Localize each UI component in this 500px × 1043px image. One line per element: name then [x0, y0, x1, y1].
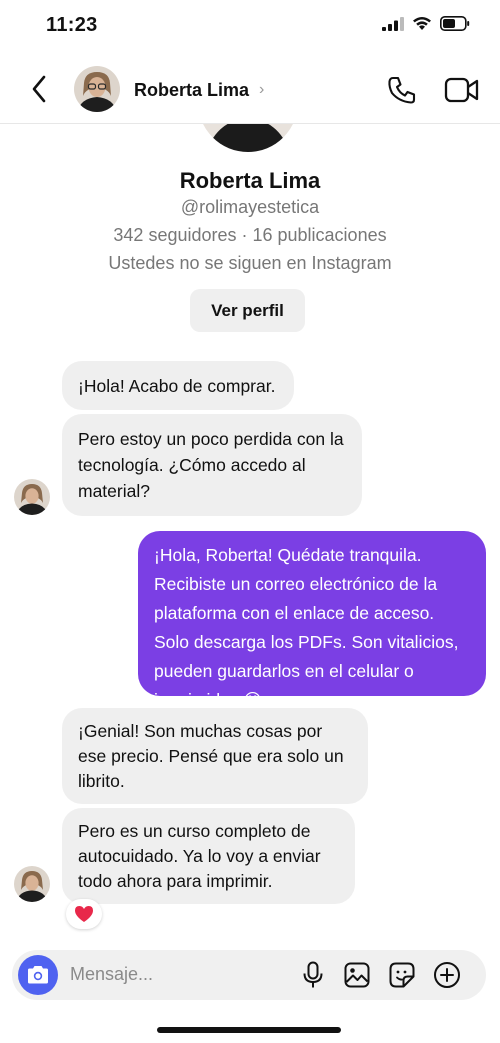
battery-icon — [440, 16, 470, 31]
chat-header: Roberta Lima › — [0, 52, 500, 124]
voice-call-button[interactable] — [386, 74, 418, 106]
more-options-button[interactable] — [432, 960, 462, 990]
header-contact-name[interactable]: Roberta Lima — [134, 80, 249, 101]
message-bubble[interactable]: ¡Genial! Son muchas cosas por ese precio… — [62, 708, 368, 804]
message-bubble[interactable]: ¡Hola! Acabo de comprar. — [62, 361, 294, 410]
back-icon — [32, 75, 46, 103]
message-text: Pero estoy un poco perdida con la tecnol… — [78, 429, 344, 501]
message-text: Pero es un curso completo de autocuidado… — [78, 821, 321, 891]
plus-icon — [434, 962, 460, 988]
gallery-button[interactable] — [342, 960, 372, 990]
video-icon — [444, 77, 479, 103]
view-profile-button[interactable]: Ver perfil — [190, 289, 305, 332]
message-composer[interactable]: Mensaje... — [12, 950, 486, 1000]
signal-icon — [382, 16, 404, 31]
message-avatar[interactable] — [14, 866, 50, 902]
sticker-icon — [389, 962, 415, 988]
message-reaction[interactable] — [66, 899, 102, 929]
message-avatar[interactable] — [14, 479, 50, 515]
message-input[interactable]: Mensaje... — [70, 964, 153, 985]
voice-message-button[interactable] — [298, 960, 328, 990]
chevron-right-icon[interactable]: › — [259, 81, 264, 99]
phone-icon — [388, 76, 416, 104]
message-text: ¡Hola, Roberta! Quédate tranquila. Recib… — [154, 545, 459, 710]
heart-icon — [75, 906, 93, 922]
video-call-button[interactable] — [444, 74, 480, 106]
profile-handle: @rolimayestetica — [180, 197, 320, 217]
back-button[interactable] — [24, 72, 54, 106]
follow-status: Ustedes no se siguen en Instagram — [108, 253, 392, 273]
message-text: ¡Genial! Son muchas cosas por ese precio… — [78, 721, 344, 791]
home-indicator — [157, 1027, 341, 1033]
image-icon — [344, 962, 370, 988]
camera-icon — [28, 966, 48, 984]
wifi-icon — [413, 17, 431, 30]
profile-stats: 342 seguidores · 16 publicaciones — [113, 225, 387, 245]
message-bubble[interactable]: Pero estoy un poco perdida con la tecnol… — [62, 414, 362, 516]
camera-button[interactable] — [18, 955, 58, 995]
status-icons — [382, 16, 470, 31]
status-bar: 11:23 — [0, 0, 500, 52]
sticker-button[interactable] — [387, 960, 417, 990]
status-time: 11:23 — [46, 14, 98, 36]
header-avatar[interactable] — [74, 66, 120, 112]
message-bubble[interactable]: Pero es un curso completo de autocuidado… — [62, 808, 355, 904]
profile-name: Roberta Lima — [179, 168, 321, 193]
message-bubble-outgoing[interactable]: ¡Hola, Roberta! Quédate tranquila. Recib… — [138, 531, 486, 710]
message-text: ¡Hola! Acabo de comprar. — [78, 376, 276, 396]
microphone-icon — [303, 961, 323, 988]
